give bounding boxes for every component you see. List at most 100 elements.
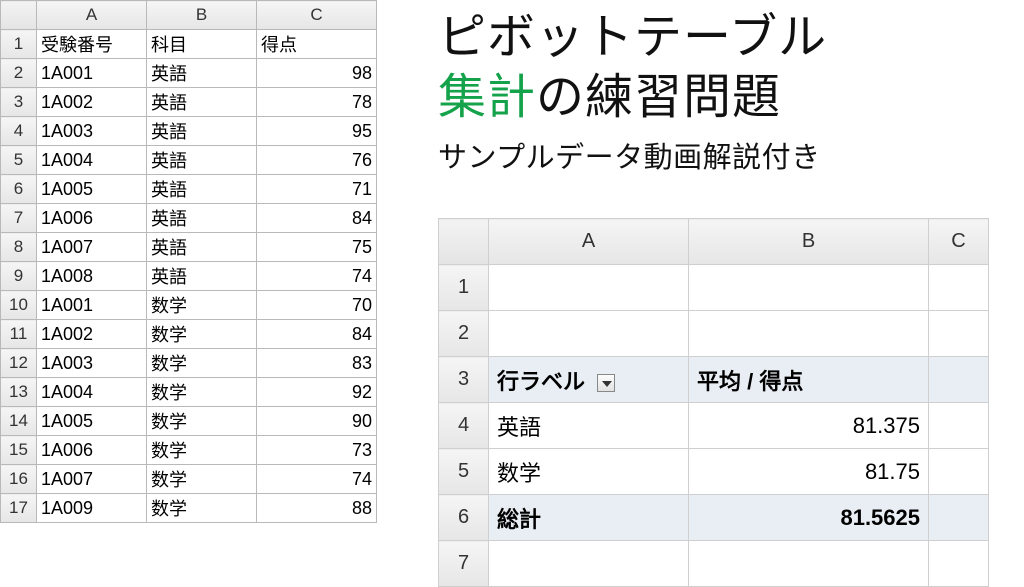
dropdown-icon[interactable]	[597, 374, 615, 392]
pivot-row-header[interactable]: 4	[439, 403, 489, 449]
pivot-empty-cell[interactable]	[489, 311, 689, 357]
pivot-total-value[interactable]: 81.5625	[689, 495, 929, 541]
data-table[interactable]: A B C 1 受験番号 科目 得点 21A001英語9831A002英語784…	[0, 0, 377, 523]
cell-header-a[interactable]: 受験番号	[37, 30, 147, 59]
cell-id[interactable]: 1A006	[37, 436, 147, 465]
pivot-row-header[interactable]: 7	[439, 541, 489, 587]
col-header-b[interactable]: B	[147, 1, 257, 30]
cell-subject[interactable]: 英語	[147, 146, 257, 175]
pivot-empty-cell[interactable]	[929, 265, 989, 311]
row-header[interactable]: 13	[1, 378, 37, 407]
cell-header-c[interactable]: 得点	[257, 30, 377, 59]
pivot-empty-cell[interactable]	[929, 541, 989, 587]
pivot-select-all-corner[interactable]	[439, 219, 489, 265]
row-header[interactable]: 10	[1, 291, 37, 320]
pivot-empty-cell[interactable]	[489, 541, 689, 587]
cell-id[interactable]: 1A004	[37, 378, 147, 407]
pivot-row-header[interactable]: 3	[439, 357, 489, 403]
cell-score[interactable]: 70	[257, 291, 377, 320]
cell-id[interactable]: 1A007	[37, 465, 147, 494]
cell-id[interactable]: 1A003	[37, 349, 147, 378]
cell-id[interactable]: 1A002	[37, 88, 147, 117]
pivot-category-value[interactable]: 81.75	[689, 449, 929, 495]
cell-score[interactable]: 90	[257, 407, 377, 436]
pivot-col-header-b[interactable]: B	[689, 219, 929, 265]
cell-subject[interactable]: 英語	[147, 233, 257, 262]
cell-score[interactable]: 71	[257, 175, 377, 204]
pivot-empty-cell[interactable]	[929, 449, 989, 495]
row-header[interactable]: 17	[1, 494, 37, 523]
cell-subject[interactable]: 英語	[147, 117, 257, 146]
cell-id[interactable]: 1A006	[37, 204, 147, 233]
row-header[interactable]: 12	[1, 349, 37, 378]
cell-subject[interactable]: 数学	[147, 407, 257, 436]
pivot-col-header-a[interactable]: A	[489, 219, 689, 265]
pivot-category-label[interactable]: 数学	[489, 449, 689, 495]
cell-score[interactable]: 98	[257, 59, 377, 88]
row-header[interactable]: 9	[1, 262, 37, 291]
pivot-row-labels-header[interactable]: 行ラベル	[489, 357, 689, 403]
cell-score[interactable]: 84	[257, 204, 377, 233]
cell-subject[interactable]: 数学	[147, 378, 257, 407]
row-header[interactable]: 16	[1, 465, 37, 494]
pivot-row-header[interactable]: 6	[439, 495, 489, 541]
cell-id[interactable]: 1A008	[37, 262, 147, 291]
cell-subject[interactable]: 数学	[147, 465, 257, 494]
pivot-row-header[interactable]: 5	[439, 449, 489, 495]
cell-subject[interactable]: 英語	[147, 262, 257, 291]
cell-subject[interactable]: 英語	[147, 88, 257, 117]
cell-score[interactable]: 88	[257, 494, 377, 523]
cell-score[interactable]: 92	[257, 378, 377, 407]
cell-score[interactable]: 74	[257, 262, 377, 291]
cell-subject[interactable]: 数学	[147, 436, 257, 465]
pivot-total-label[interactable]: 総計	[489, 495, 689, 541]
pivot-empty-cell[interactable]	[929, 311, 989, 357]
cell-id[interactable]: 1A007	[37, 233, 147, 262]
pivot-empty-cell[interactable]	[929, 357, 989, 403]
cell-subject[interactable]: 数学	[147, 291, 257, 320]
cell-score[interactable]: 74	[257, 465, 377, 494]
pivot-empty-cell[interactable]	[489, 265, 689, 311]
row-header[interactable]: 5	[1, 146, 37, 175]
row-header[interactable]: 11	[1, 320, 37, 349]
pivot-empty-cell[interactable]	[689, 265, 929, 311]
select-all-corner[interactable]	[1, 1, 37, 30]
pivot-category-value[interactable]: 81.375	[689, 403, 929, 449]
pivot-col-header-c[interactable]: C	[929, 219, 989, 265]
row-header[interactable]: 8	[1, 233, 37, 262]
pivot-table[interactable]: A B C 1 2 3 行ラベル	[438, 218, 989, 587]
cell-score[interactable]: 73	[257, 436, 377, 465]
cell-score[interactable]: 84	[257, 320, 377, 349]
row-header[interactable]: 14	[1, 407, 37, 436]
row-header[interactable]: 2	[1, 59, 37, 88]
cell-subject[interactable]: 数学	[147, 494, 257, 523]
cell-id[interactable]: 1A002	[37, 320, 147, 349]
cell-score[interactable]: 78	[257, 88, 377, 117]
cell-id[interactable]: 1A005	[37, 407, 147, 436]
cell-subject[interactable]: 英語	[147, 59, 257, 88]
row-header[interactable]: 3	[1, 88, 37, 117]
cell-subject[interactable]: 英語	[147, 175, 257, 204]
cell-id[interactable]: 1A005	[37, 175, 147, 204]
cell-subject[interactable]: 数学	[147, 320, 257, 349]
col-header-a[interactable]: A	[37, 1, 147, 30]
row-header[interactable]: 15	[1, 436, 37, 465]
row-header[interactable]: 1	[1, 30, 37, 59]
row-header[interactable]: 7	[1, 204, 37, 233]
col-header-c[interactable]: C	[257, 1, 377, 30]
cell-id[interactable]: 1A003	[37, 117, 147, 146]
cell-id[interactable]: 1A001	[37, 59, 147, 88]
row-header[interactable]: 4	[1, 117, 37, 146]
cell-id[interactable]: 1A009	[37, 494, 147, 523]
cell-subject[interactable]: 数学	[147, 349, 257, 378]
pivot-row-header[interactable]: 1	[439, 265, 489, 311]
cell-score[interactable]: 75	[257, 233, 377, 262]
row-header[interactable]: 6	[1, 175, 37, 204]
pivot-row-header[interactable]: 2	[439, 311, 489, 357]
pivot-empty-cell[interactable]	[929, 403, 989, 449]
cell-header-b[interactable]: 科目	[147, 30, 257, 59]
cell-id[interactable]: 1A004	[37, 146, 147, 175]
pivot-category-label[interactable]: 英語	[489, 403, 689, 449]
pivot-empty-cell[interactable]	[689, 311, 929, 357]
pivot-empty-cell[interactable]	[689, 541, 929, 587]
